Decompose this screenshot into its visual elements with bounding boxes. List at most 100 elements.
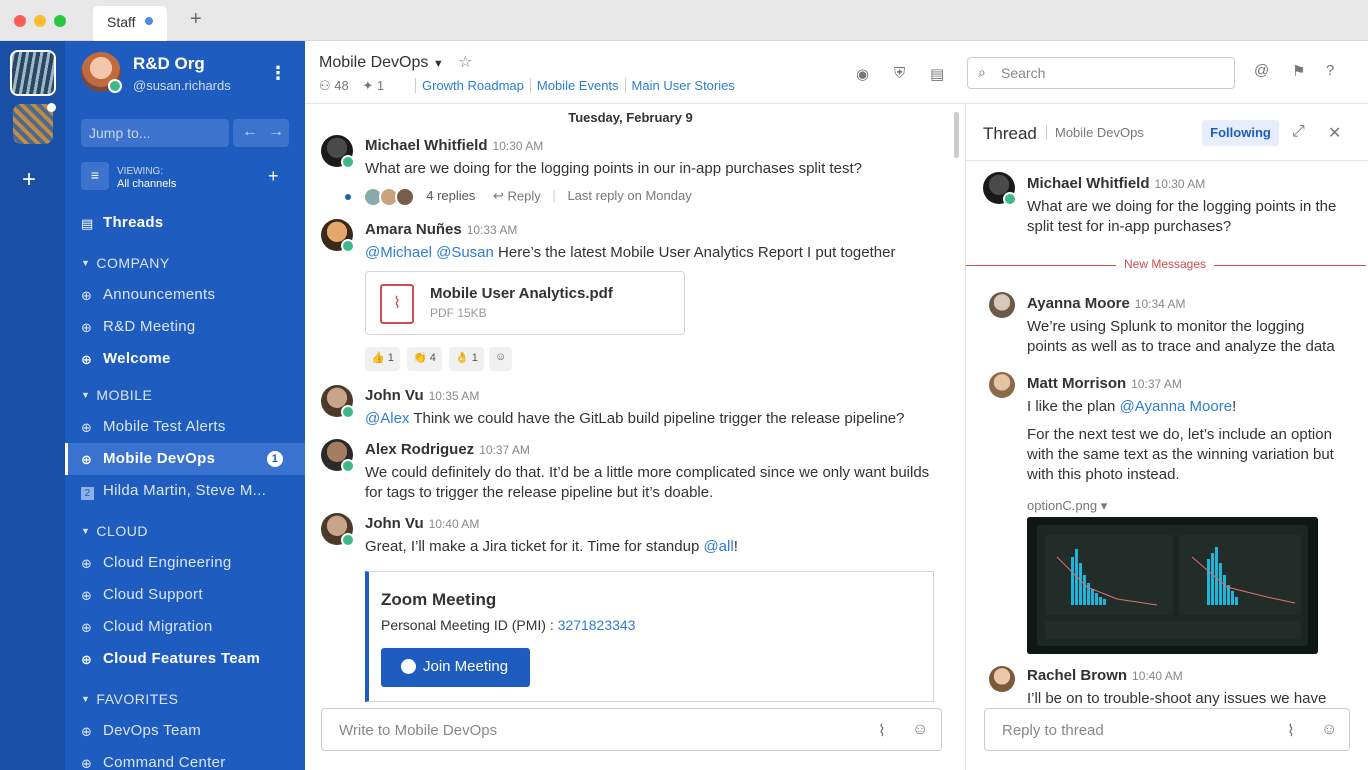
history-nav: ← →: [233, 119, 289, 147]
close-window-button[interactable]: [14, 15, 26, 27]
chevron-down-icon: ▼: [432, 58, 444, 70]
pin-icon[interactable]: ✦: [362, 78, 373, 93]
new-tab-button[interactable]: +: [190, 8, 202, 31]
message-text: I like the plan @Ayanna Moore!: [1027, 397, 1347, 417]
filter-icon[interactable]: ≡: [81, 162, 109, 190]
sidebar-item-mobile-devops[interactable]: ⊕ Mobile DevOps 1: [65, 443, 305, 475]
shield-icon[interactable]: ⛨: [894, 65, 905, 82]
sidebar-item-command-center[interactable]: ⊕ Command Center: [65, 747, 305, 770]
section-company[interactable]: ▼ COMPANY: [65, 255, 170, 271]
emoji-icon[interactable]: ☺: [912, 721, 928, 739]
image-attachment-name[interactable]: optionC.png ▾: [1027, 498, 1107, 514]
zoom-window-button[interactable]: [54, 15, 66, 27]
message-author[interactable]: Alex Rodriguez 10:37 AM: [365, 441, 530, 458]
sidebar-item-cloud-engineering[interactable]: ⊕ Cloud Engineering: [65, 547, 305, 579]
channel-files-icon[interactable]: ▤: [930, 65, 944, 83]
last-reply-text: Last reply on Monday: [567, 188, 692, 204]
section-cloud[interactable]: ▼ CLOUD: [65, 523, 148, 539]
reaction-thumbs-up[interactable]: 👍 1: [365, 347, 400, 371]
sidebar-item-cloud-features-team[interactable]: ⊕ Cloud Features Team: [65, 643, 305, 675]
reaction-clap[interactable]: 👏 4: [407, 347, 442, 371]
thread-header: Thread Mobile DevOps Following ⤢ ✕: [966, 104, 1368, 161]
section-mobile[interactable]: ▼ MOBILE: [65, 387, 152, 403]
bookmark-link[interactable]: Mobile Events: [529, 78, 625, 93]
message-input[interactable]: Write to Mobile DevOps ⌇ ☺: [321, 708, 942, 751]
bookmark-link[interactable]: Main User Stories: [624, 78, 741, 93]
thread-reply-input[interactable]: Reply to thread ⌇ ☺: [984, 708, 1350, 751]
scrollbar[interactable]: [954, 112, 959, 158]
message-author[interactable]: Rachel Brown 10:40 AM: [1027, 667, 1183, 684]
reaction-ok-hand[interactable]: 👌 1: [449, 347, 484, 371]
help-icon[interactable]: ?: [1326, 62, 1334, 79]
expand-icon[interactable]: ⤢: [1292, 123, 1305, 141]
add-channel-icon[interactable]: +: [268, 166, 279, 187]
mention-link[interactable]: @Ayanna Moore: [1120, 398, 1233, 415]
bookmark-link[interactable]: Growth Roadmap: [415, 78, 530, 93]
section-favorites[interactable]: ▼ FAVORITES: [65, 691, 178, 707]
reply-count[interactable]: 4 replies: [426, 188, 475, 203]
message-author[interactable]: Amara Nuñes 10:33 AM: [365, 221, 517, 238]
back-arrow-icon[interactable]: ←: [242, 123, 258, 141]
input-placeholder: Reply to thread: [1002, 722, 1104, 739]
tab-staff[interactable]: Staff: [93, 6, 167, 41]
channel-title[interactable]: Mobile DevOps ▼ ☆: [319, 52, 473, 72]
meeting-id-link[interactable]: 3271823343: [558, 617, 636, 633]
add-team-icon[interactable]: +: [22, 166, 36, 194]
emoji-icon[interactable]: ☺: [1321, 721, 1337, 739]
avatar[interactable]: [989, 292, 1015, 318]
mention-link[interactable]: @all: [703, 538, 733, 555]
favorite-star-icon[interactable]: ☆: [458, 54, 472, 71]
sidebar-item-cloud-support[interactable]: ⊕ Cloud Support: [65, 579, 305, 611]
close-icon[interactable]: ✕: [1328, 123, 1341, 143]
message-time: 10:40 AM: [428, 517, 480, 531]
reply-button[interactable]: Reply: [508, 188, 541, 203]
pinned-count[interactable]: 1: [377, 78, 384, 93]
mention-link[interactable]: @Michael: [365, 244, 432, 261]
following-button[interactable]: Following: [1202, 120, 1279, 146]
message-author[interactable]: Matt Morrison 10:37 AM: [1027, 375, 1182, 392]
attachment-icon[interactable]: ⌇: [1287, 721, 1295, 741]
thread-channel[interactable]: Mobile DevOps: [1046, 125, 1144, 140]
image-attachment[interactable]: [1027, 517, 1318, 654]
member-count[interactable]: 48: [334, 78, 348, 93]
saved-items-icon[interactable]: ⚑: [1292, 62, 1305, 80]
minimize-window-button[interactable]: [34, 15, 46, 27]
forward-arrow-icon[interactable]: →: [268, 123, 284, 141]
org-name[interactable]: R&D Org: [133, 54, 205, 74]
sidebar-item-welcome[interactable]: ⊕ Welcome: [65, 343, 305, 375]
sidebar-item-rd-meeting[interactable]: ⊕ R&D Meeting: [65, 311, 305, 343]
search-input[interactable]: ⌕ Search: [967, 57, 1235, 89]
file-attachment[interactable]: ⌇ Mobile User Analytics.pdf PDF 15KB: [365, 271, 685, 335]
message-author[interactable]: John Vu 10:40 AM: [365, 515, 479, 532]
sidebar-item-mobile-test-alerts[interactable]: ⊕ Mobile Test Alerts: [65, 411, 305, 443]
call-icon[interactable]: ◉: [856, 65, 869, 83]
sidebar-item-label: Cloud Migration: [103, 618, 213, 635]
jump-to-input[interactable]: Jump to...: [81, 119, 229, 147]
message-time: 10:30 AM: [1154, 177, 1206, 191]
viewing-value[interactable]: All channels: [117, 178, 176, 190]
mentions-icon[interactable]: @: [1254, 62, 1269, 79]
sidebar-item-group-dm[interactable]: 2 Hilda Martin, Steve M...: [65, 475, 305, 507]
mention-link[interactable]: @Alex: [365, 410, 409, 427]
attachment-icon[interactable]: ⌇: [878, 721, 886, 741]
sidebar-item-cloud-migration[interactable]: ⊕ Cloud Migration: [65, 611, 305, 643]
message-time: 10:37 AM: [1131, 377, 1182, 391]
sidebar-item-devops-team[interactable]: ⊕ DevOps Team: [65, 715, 305, 747]
team-icon-active[interactable]: [10, 50, 56, 96]
join-meeting-button[interactable]: Join Meeting: [381, 648, 530, 687]
avatar[interactable]: [989, 372, 1015, 398]
mention-link[interactable]: @Susan: [436, 244, 494, 261]
message-body: Here’s the latest Mobile User Analytics …: [493, 244, 896, 261]
message-author[interactable]: Michael Whitfield 10:30 AM: [1027, 175, 1205, 192]
message-author[interactable]: John Vu 10:35 AM: [365, 387, 479, 404]
reply-icon[interactable]: ↩: [493, 188, 504, 203]
more-icon[interactable]: ⋮: [269, 63, 287, 84]
message-author[interactable]: Ayanna Moore 10:34 AM: [1027, 295, 1186, 312]
add-reaction-button[interactable]: ☺: [489, 347, 513, 371]
avatar[interactable]: [989, 666, 1015, 692]
sidebar-item-label: Welcome: [103, 350, 171, 367]
message-author[interactable]: Michael Whitfield 10:30 AM: [365, 137, 543, 154]
sidebar-item-announcements[interactable]: ⊕ Announcements: [65, 279, 305, 311]
sidebar-item-threads[interactable]: ▤ Threads: [65, 207, 305, 239]
members-icon[interactable]: ⚇: [319, 78, 331, 93]
